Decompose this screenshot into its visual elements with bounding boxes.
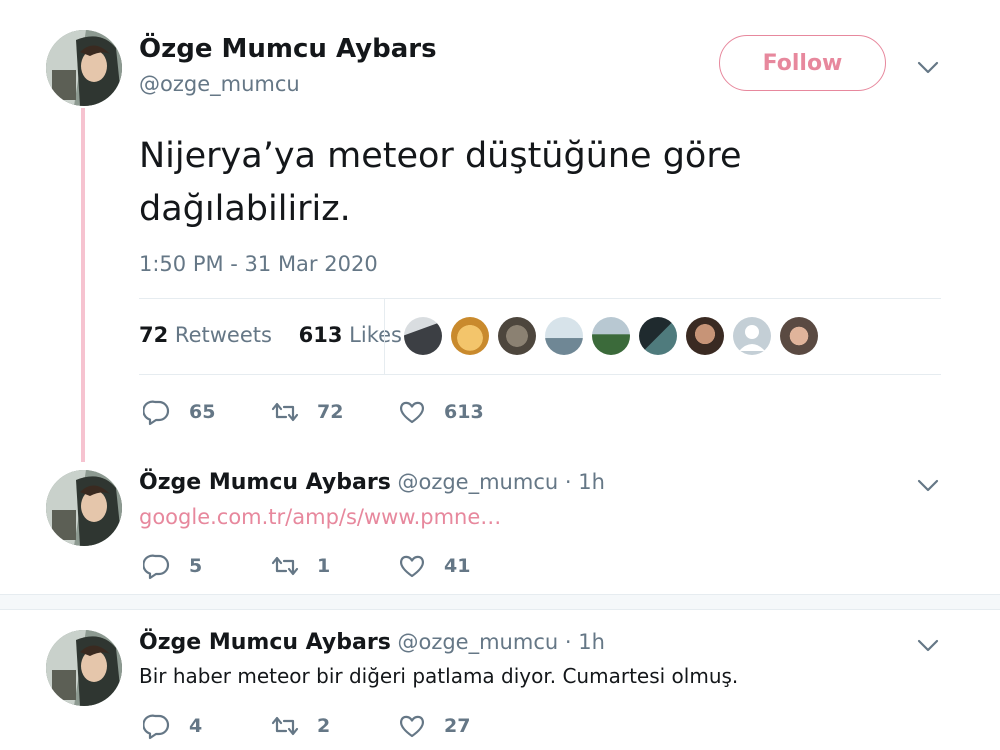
- reply-author-handle[interactable]: @ozge_mumcu: [397, 470, 558, 494]
- likes-stat[interactable]: 613 Likes: [299, 323, 402, 347]
- reply-menu-button[interactable]: [917, 478, 939, 497]
- reply-count: 65: [189, 401, 216, 423]
- author-name[interactable]: Özge Mumcu Aybars: [139, 34, 437, 64]
- reply-button[interactable]: 4: [143, 712, 202, 740]
- reply-avatar[interactable]: [46, 630, 122, 706]
- reply-link[interactable]: google.com.tr/amp/s/www.pmne…: [139, 505, 501, 529]
- divider: [139, 374, 941, 375]
- reply-author-name[interactable]: Özge Mumcu Aybars: [139, 470, 391, 495]
- tweet-text: Nijerya’ya meteor düştüğüne göre dağılab…: [139, 130, 899, 236]
- divider: [139, 298, 941, 299]
- like-count: 41: [444, 555, 471, 577]
- like-button[interactable]: 41: [398, 552, 470, 580]
- like-icon: [400, 715, 424, 738]
- reply-menu-button[interactable]: [917, 638, 939, 657]
- tweet-stats: 72 Retweets 613 Likes: [139, 323, 402, 347]
- liker-avatar[interactable]: [639, 317, 677, 355]
- reply-separator: ·: [564, 630, 572, 654]
- reply-text: Bir haber meteor bir diğeri patlama diyo…: [139, 664, 739, 688]
- reply-header: Özge Mumcu Aybars @ozge_mumcu · 1h: [139, 470, 605, 495]
- author-handle[interactable]: @ozge_mumcu: [139, 72, 300, 96]
- like-icon: [400, 401, 424, 424]
- reply-time[interactable]: 1h: [578, 630, 605, 654]
- liker-avatar[interactable]: [686, 317, 724, 355]
- retweet-count: 72: [317, 401, 344, 423]
- retweet-button[interactable]: 1: [271, 552, 330, 580]
- reply-icon: [143, 714, 170, 740]
- reply-time[interactable]: 1h: [578, 470, 605, 494]
- liker-avatar[interactable]: [545, 317, 583, 355]
- reply-header: Özge Mumcu Aybars @ozge_mumcu · 1h: [139, 630, 605, 655]
- reply-icon: [143, 554, 170, 580]
- reply-separator: ·: [564, 470, 572, 494]
- retweets-stat[interactable]: 72 Retweets: [139, 323, 272, 347]
- follow-button[interactable]: Follow: [719, 35, 886, 91]
- reply-author-handle[interactable]: @ozge_mumcu: [397, 630, 558, 654]
- retweet-icon: [271, 716, 299, 736]
- retweet-icon: [271, 402, 299, 422]
- reply-author-name[interactable]: Özge Mumcu Aybars: [139, 630, 391, 655]
- reply-count: 4: [189, 715, 203, 737]
- liker-avatar[interactable]: [592, 317, 630, 355]
- thread-separator: [0, 594, 1000, 610]
- reply-icon: [143, 400, 170, 426]
- chevron-down-icon: [917, 479, 939, 492]
- reply-avatar[interactable]: [46, 470, 122, 546]
- retweet-button[interactable]: 2: [271, 712, 330, 740]
- liker-avatar[interactable]: [780, 317, 818, 355]
- retweet-icon: [271, 556, 299, 576]
- stats-divider: [384, 299, 385, 374]
- liker-avatar[interactable]: [404, 317, 442, 355]
- retweet-button[interactable]: 72: [271, 398, 343, 426]
- like-button[interactable]: 613: [398, 398, 484, 426]
- retweet-count: 1: [317, 555, 331, 577]
- tweet-text-line: dağılabiliriz.: [139, 189, 351, 229]
- like-count: 27: [444, 715, 471, 737]
- like-button[interactable]: 27: [398, 712, 470, 740]
- chevron-down-icon: [917, 639, 939, 652]
- reply-button[interactable]: 65: [143, 398, 215, 426]
- reply-button[interactable]: 5: [143, 552, 202, 580]
- tweet-menu-button[interactable]: [917, 60, 939, 79]
- liker-avatar[interactable]: [451, 317, 489, 355]
- like-icon: [400, 555, 424, 578]
- tweet-text-line: Nijerya’ya meteor düştüğüne göre: [139, 136, 742, 176]
- likers-avatars: [404, 317, 818, 355]
- liker-avatar[interactable]: [733, 317, 771, 355]
- author-avatar[interactable]: [46, 30, 122, 106]
- tweet-timestamp[interactable]: 1:50 PM - 31 Mar 2020: [139, 252, 378, 276]
- retweet-count: 2: [317, 715, 331, 737]
- liker-avatar[interactable]: [498, 317, 536, 355]
- thread-line: [81, 108, 85, 462]
- chevron-down-icon: [917, 61, 939, 74]
- like-count: 613: [444, 401, 484, 423]
- reply-count: 5: [189, 555, 203, 577]
